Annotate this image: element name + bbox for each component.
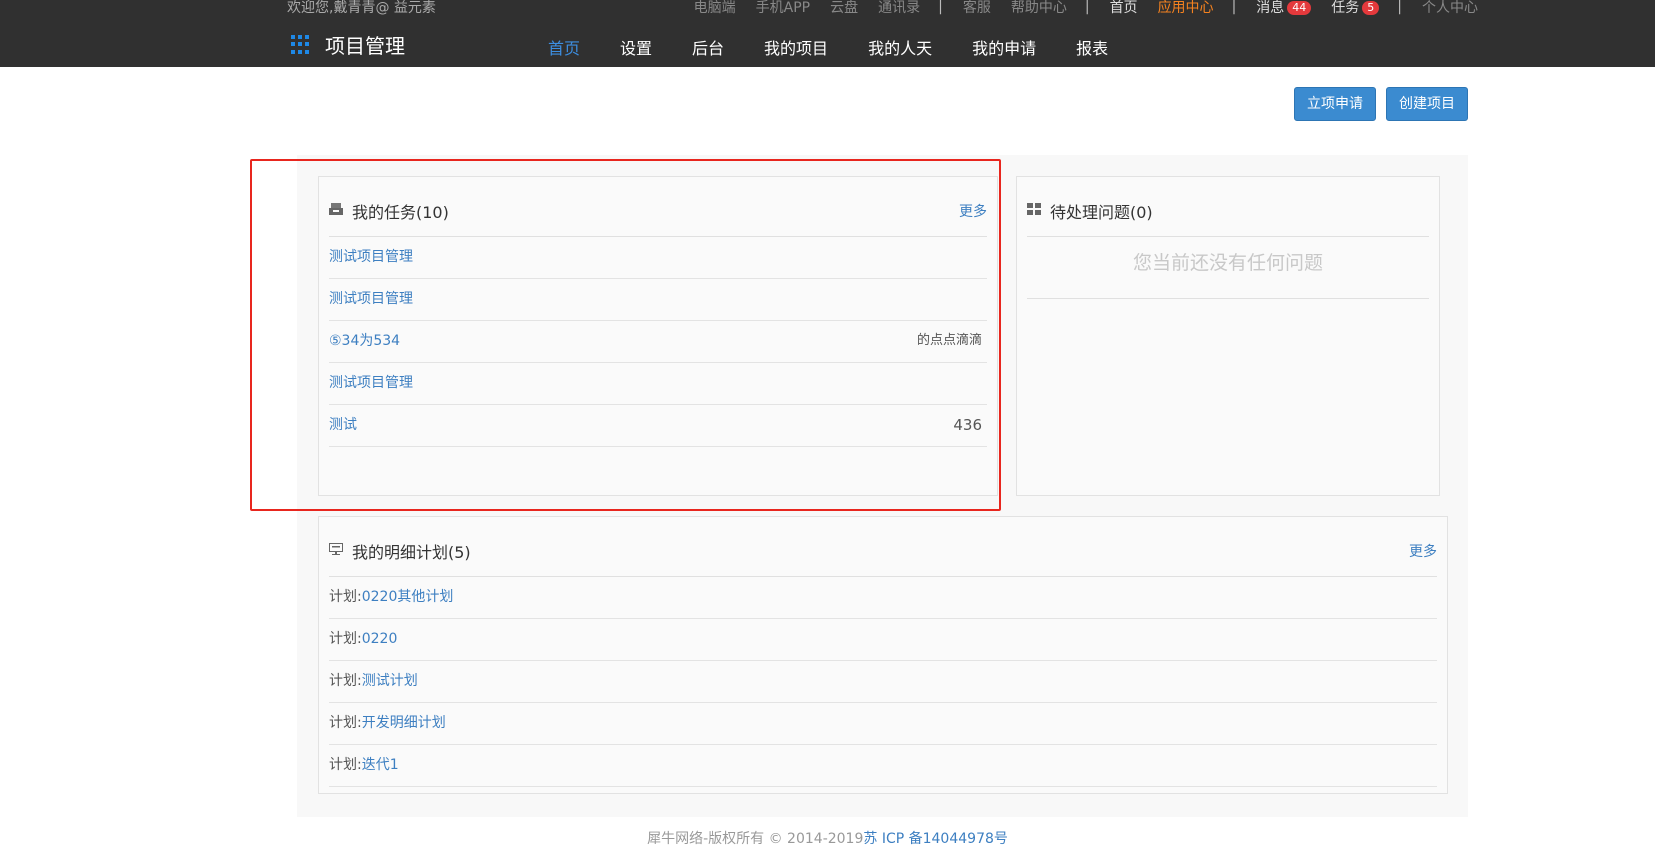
link-cloud-disk[interactable]: 云盘: [830, 0, 858, 17]
icp-link[interactable]: 苏 ICP 备14044978号: [863, 831, 1008, 847]
tasks-title: 我的任务(10): [352, 203, 449, 222]
task-link[interactable]: 测试项目管理: [329, 249, 413, 265]
nav-reports[interactable]: 报表: [1076, 35, 1108, 59]
divider: |: [1084, 0, 1090, 15]
task-link[interactable]: 测试项目管理: [329, 291, 413, 307]
divider: |: [1231, 0, 1237, 15]
plan-prefix: 计划:: [329, 757, 362, 773]
plan-link[interactable]: 开发明细计划: [362, 715, 446, 731]
plans-panel-header: 我的明细计划(5) 更多: [329, 535, 1437, 577]
plan-prefix: 计划:: [329, 715, 362, 731]
link-support[interactable]: 客服: [963, 0, 991, 17]
plan-prefix: 计划:: [329, 589, 362, 605]
top-bar: 欢迎您,戴青青@ 益元素 电脑端 手机APP 云盘 通讯录 | 客服 帮助中心 …: [0, 0, 1655, 67]
plan-row: 计划:0220其他计划: [329, 577, 1437, 619]
brand-title: 项目管理: [325, 34, 405, 58]
nav-settings[interactable]: 设置: [620, 35, 652, 59]
inbox-icon: [329, 203, 343, 215]
task-count-badge: 5: [1362, 1, 1380, 15]
link-home[interactable]: 首页: [1110, 0, 1138, 17]
dashboard-icon: [1027, 203, 1041, 215]
task-extra: 436: [953, 416, 982, 434]
issues-empty-message: 您当前还没有任何问题: [1027, 237, 1429, 299]
nav-admin[interactable]: 后台: [692, 35, 724, 59]
plans-title: 我的明细计划(5): [352, 543, 471, 562]
tasks-panel-header: 我的任务(10) 更多: [329, 195, 987, 237]
link-help-center[interactable]: 帮助中心: [1011, 0, 1067, 17]
footer-copyright: 犀牛网络-版权所有 © 2014-2019: [647, 831, 864, 847]
messages-label: 消息: [1256, 0, 1285, 16]
issues-panel: 待处理问题(0) 您当前还没有任何问题: [1016, 176, 1440, 496]
message-count-badge: 44: [1287, 1, 1312, 15]
divider: |: [1397, 0, 1402, 15]
project-apply-button[interactable]: 立项申请: [1294, 87, 1376, 121]
plan-row: 计划:0220: [329, 619, 1437, 661]
link-profile[interactable]: 个人中心: [1422, 0, 1478, 17]
tasks-more-link[interactable]: 更多: [959, 201, 987, 221]
tasks-label: 任务: [1331, 0, 1360, 16]
link-app-center[interactable]: 应用中心: [1158, 0, 1214, 17]
footer: 犀牛网络-版权所有 © 2014-2019苏 ICP 备14044978号: [0, 828, 1655, 848]
link-tasks[interactable]: 任务 5: [1331, 0, 1380, 17]
monitor-icon: [329, 543, 343, 555]
plan-row: 计划:迭代1: [329, 745, 1437, 787]
link-messages[interactable]: 消息 44: [1256, 0, 1312, 17]
create-project-button[interactable]: 创建项目: [1386, 87, 1468, 121]
brand[interactable]: 项目管理: [291, 30, 405, 59]
divider: |: [938, 0, 943, 15]
link-desktop[interactable]: 电脑端: [694, 0, 736, 17]
plan-link[interactable]: 0220: [362, 631, 398, 647]
plan-row: 计划:开发明细计划: [329, 703, 1437, 745]
plans-panel: 我的明细计划(5) 更多 计划:0220其他计划 计划:0220 计划:测试计划…: [318, 516, 1448, 794]
nav-my-projects[interactable]: 我的项目: [764, 35, 828, 59]
task-link[interactable]: ⑤34为534: [329, 333, 400, 349]
main-nav: 首页 设置 后台 我的项目 我的人天 我的申请 报表: [528, 35, 1128, 59]
plans-more-link[interactable]: 更多: [1409, 541, 1437, 561]
plan-link[interactable]: 测试计划: [362, 673, 418, 689]
task-row: ⑤34为534 的点点滴滴: [329, 321, 987, 363]
task-link[interactable]: 测试项目管理: [329, 375, 413, 391]
task-extra: 的点点滴滴: [916, 333, 982, 348]
top-links: 电脑端 手机APP 云盘 通讯录 | 客服 帮助中心 | 首页 应用中心 | 消…: [674, 0, 1478, 17]
nav-my-applications[interactable]: 我的申请: [972, 35, 1036, 59]
task-link[interactable]: 测试: [329, 417, 357, 433]
task-row: 测试 436: [329, 405, 987, 447]
plan-prefix: 计划:: [329, 631, 362, 647]
link-contacts[interactable]: 通讯录: [878, 0, 920, 17]
plan-prefix: 计划:: [329, 673, 362, 689]
tasks-panel: 我的任务(10) 更多 测试项目管理 测试项目管理 ⑤34为534 的点点滴滴 …: [318, 176, 998, 496]
issues-panel-header: 待处理问题(0): [1027, 195, 1429, 237]
nav-home[interactable]: 首页: [548, 35, 580, 59]
welcome-text: 欢迎您,戴青青@ 益元素: [287, 0, 436, 16]
issues-title: 待处理问题(0): [1050, 203, 1153, 222]
nav-my-person-days[interactable]: 我的人天: [868, 35, 932, 59]
plan-link[interactable]: 迭代1: [362, 757, 399, 773]
plan-row: 计划:测试计划: [329, 661, 1437, 703]
task-row: 测试项目管理: [329, 363, 987, 405]
plan-link[interactable]: 0220其他计划: [362, 589, 454, 605]
task-row: 测试项目管理: [329, 279, 987, 321]
link-mobile-app[interactable]: 手机APP: [756, 0, 810, 17]
task-row: 测试项目管理: [329, 237, 987, 279]
apps-grid-icon: [291, 34, 311, 55]
